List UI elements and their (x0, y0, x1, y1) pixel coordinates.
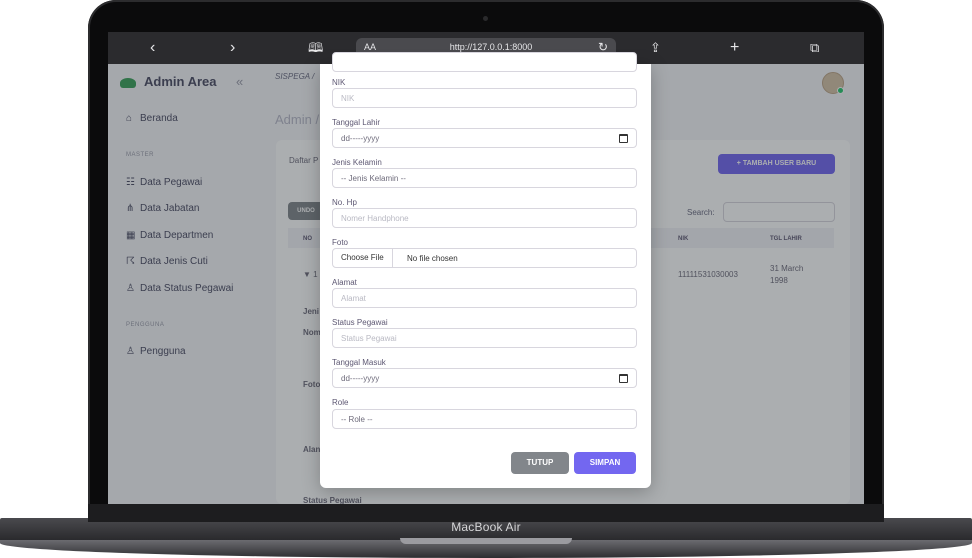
camera (483, 16, 488, 21)
calendar-icon[interactable] (619, 134, 628, 143)
status-pegawai-input[interactable]: Status Pegawai (332, 328, 637, 348)
jenis-kelamin-label: Jenis Kelamin (332, 158, 382, 167)
nik-input[interactable]: NIK (332, 88, 637, 108)
alamat-input[interactable]: Alamat (332, 288, 637, 308)
add-user-modal: NIK NIK Tanggal Lahir dd-----yyyy Jenis … (320, 52, 651, 488)
foto-label: Foto (332, 238, 349, 247)
back-icon[interactable]: ‹ (150, 38, 155, 58)
laptop-notch (400, 538, 572, 544)
share-icon[interactable]: ⇪ (650, 38, 661, 58)
bookmarks-icon[interactable]: 🕮 (308, 38, 323, 58)
no-hp-input[interactable]: Nomer Handphone (332, 208, 637, 228)
tabs-icon[interactable]: ⧉ (810, 38, 819, 58)
previous-field-input[interactable] (332, 52, 637, 72)
screen: ‹ › 🕮 AA http://127.0.0.1:8000 ↻ ⇪ + ⧉ A… (108, 32, 864, 504)
reader-button[interactable]: AA (364, 42, 376, 52)
file-status: No file chosen (407, 254, 458, 263)
url-text: http://127.0.0.1:8000 (449, 42, 533, 52)
close-button[interactable]: TUTUP (511, 452, 569, 474)
no-hp-label: No. Hp (332, 198, 357, 207)
status-pegawai-label: Status Pegawai (332, 318, 388, 327)
jenis-kelamin-select[interactable]: -- Jenis Kelamin -- (332, 168, 637, 188)
foto-file-input[interactable]: Choose File No file chosen (332, 248, 637, 268)
calendar-icon[interactable] (619, 374, 628, 383)
alamat-label: Alamat (332, 278, 357, 287)
tanggal-lahir-input[interactable]: dd-----yyyy (332, 128, 637, 148)
role-select[interactable]: -- Role -- (332, 409, 637, 429)
tanggal-masuk-input[interactable]: dd-----yyyy (332, 368, 637, 388)
forward-icon[interactable]: › (230, 38, 235, 58)
new-tab-icon[interactable]: + (730, 38, 739, 58)
choose-file-button[interactable]: Choose File (333, 249, 393, 267)
tanggal-lahir-label: Tanggal Lahir (332, 118, 381, 127)
nik-label: NIK (332, 78, 346, 87)
role-label: Role (332, 398, 349, 407)
device-label: MacBook Air (451, 520, 521, 534)
save-button[interactable]: SIMPAN (574, 452, 636, 474)
tanggal-masuk-label: Tanggal Masuk (332, 358, 386, 367)
